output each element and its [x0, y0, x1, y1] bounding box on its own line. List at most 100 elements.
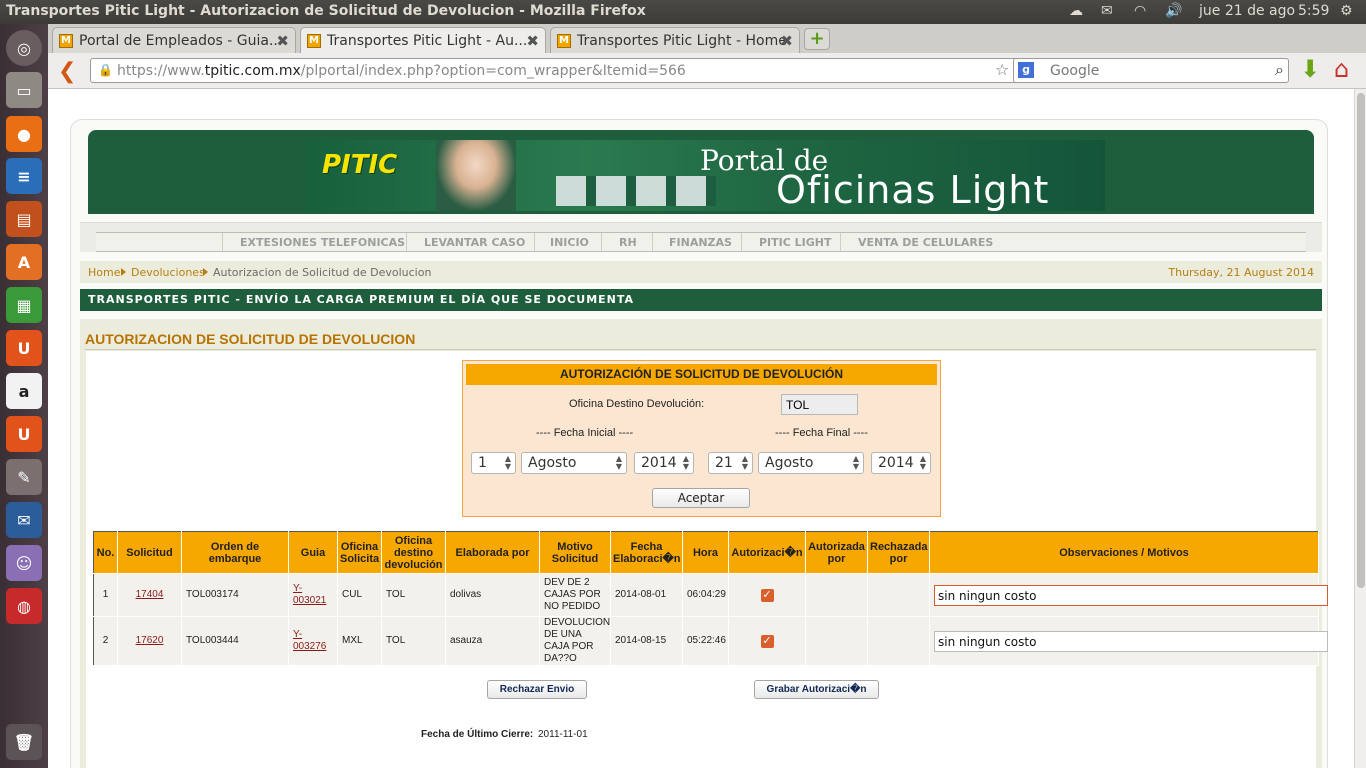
close-tab-icon[interactable]: ✖	[526, 32, 539, 50]
solicitud-link[interactable]: 17620	[136, 635, 164, 646]
main-menu: EXTESIONES TELEFONICAS LEVANTAR CASO INI…	[96, 232, 1306, 252]
end-day-value: 21	[715, 455, 733, 471]
power-gear-icon[interactable]: ⚙	[1340, 3, 1353, 19]
oficina-solicita-cell: CUL	[337, 573, 382, 617]
end-year-value: 2014	[878, 455, 914, 471]
files-icon[interactable]: ▭	[6, 72, 42, 108]
tab-bar: M Portal de Empleados - Guia... ✖ M Tran…	[48, 24, 1366, 53]
software-center-icon[interactable]: A	[6, 244, 42, 280]
menu-levantar-caso[interactable]: LEVANTAR CASO	[424, 236, 525, 249]
menu-pitic-light[interactable]: PITIC LIGHT	[759, 236, 832, 249]
solicitud-link[interactable]: 17404	[136, 589, 164, 600]
menu-divider	[840, 233, 841, 251]
tab-portal-empleados[interactable]: M Portal de Empleados - Guia... ✖	[52, 27, 296, 53]
reject-button[interactable]: Rechazar Envio	[487, 680, 587, 699]
menu-finanzas[interactable]: FINANZAS	[669, 236, 732, 249]
office-field[interactable]: TOL	[781, 394, 858, 415]
search-icon[interactable]: ⌕	[1275, 60, 1284, 80]
menu-divider	[534, 233, 535, 251]
settings-icon[interactable]: ✎	[6, 459, 42, 495]
app-icon[interactable]: ◍	[6, 588, 42, 624]
menu-divider	[741, 233, 742, 251]
breadcrumb-arrow-icon	[203, 268, 208, 276]
table-row: 2 17620 TOL003444 Y-003276 MXL TOL asauz…	[93, 616, 1328, 666]
col-oficina-solicita: Oficina Solicita	[337, 531, 382, 574]
spinner-icon: ▲ ▼	[615, 454, 622, 471]
search-bar[interactable]: g Google ⌕	[1013, 58, 1289, 83]
rechazada-por-cell	[867, 616, 930, 666]
end-day-select[interactable]: 21 ▲ ▼	[708, 452, 753, 474]
home-icon[interactable]: ⌂	[1334, 55, 1349, 83]
elaborada-cell: asauza	[445, 616, 540, 666]
end-month-select[interactable]: Agosto ▲ ▼	[758, 452, 864, 474]
ubuntu-one-icon[interactable]: U	[6, 330, 42, 366]
pitic-logo: PITIC	[322, 150, 398, 180]
tab-label: Portal de Empleados - Guia...	[79, 33, 283, 49]
authorize-checkbox[interactable]: ✓	[760, 634, 774, 648]
fecha-cell: 2014-08-15	[610, 616, 683, 666]
authorize-checkbox[interactable]: ✓	[760, 588, 774, 602]
trash-icon[interactable]: 🗑	[6, 724, 42, 760]
breadcrumb-devoluciones[interactable]: Devoluciones	[131, 266, 205, 279]
spinner-icon: ▲ ▼	[682, 454, 689, 471]
clock-time[interactable]: 5:59	[1298, 3, 1329, 19]
table-header-row: No. Solicitud Orden de embarque Guia Ofi…	[93, 531, 1319, 574]
end-date-label: ---- Fecha Final ----	[775, 427, 868, 439]
search-placeholder: Google	[1050, 63, 1100, 79]
page-title: AUTORIZACION DE SOLICITUD DE DEVOLUCION	[85, 331, 416, 347]
start-year-select[interactable]: 2014 ▲ ▼	[634, 452, 694, 474]
url-bar[interactable]: 🔒 https://www.tpitic.com.mx/plportal/ind…	[90, 58, 1050, 83]
observaciones-input[interactable]	[934, 630, 1328, 652]
new-tab-button[interactable]: +	[804, 28, 830, 50]
menu-inicio[interactable]: INICIO	[550, 236, 589, 249]
mail-icon[interactable]: ✉	[1101, 3, 1113, 19]
tab-autorizacion[interactable]: M Transportes Pitic Light - Au... ✖	[300, 27, 546, 53]
close-tab-icon[interactable]: ✖	[276, 32, 289, 50]
start-month-select[interactable]: Agosto ▲ ▼	[521, 452, 627, 474]
scrollbar-thumb[interactable]	[1357, 93, 1365, 588]
col-autorizacion: Autorizaci�n	[728, 531, 806, 574]
impress-icon[interactable]: ▤	[6, 201, 42, 237]
cloud-icon[interactable]: ☁	[1069, 3, 1083, 19]
back-arrow-icon[interactable]: ❮	[58, 59, 76, 84]
vertical-scrollbar[interactable]	[1354, 89, 1366, 768]
google-icon[interactable]: g	[1018, 62, 1034, 78]
current-date: Thursday, 21 August 2014	[1168, 266, 1314, 279]
writer-icon[interactable]: ≡	[6, 158, 42, 194]
col-fecha: Fecha Elaboraci�n	[610, 531, 683, 574]
row-no: 1	[93, 573, 118, 617]
firefox-icon[interactable]: ●	[6, 116, 42, 152]
col-rechazada-por: Rechazada por	[867, 531, 930, 574]
menu-extensiones[interactable]: EXTESIONES TELEFONICAS	[240, 236, 405, 249]
row-no: 2	[93, 616, 118, 666]
title-divider	[85, 349, 1316, 350]
start-day-select[interactable]: 1 ▲ ▼	[471, 452, 516, 474]
pidgin-icon[interactable]: ☺	[6, 545, 42, 581]
dash-home-icon[interactable]: ◎	[6, 30, 42, 66]
col-elaborada: Elaborada por	[445, 531, 540, 574]
menu-rh[interactable]: RH	[619, 236, 637, 249]
thunderbird-icon[interactable]: ✉	[6, 502, 42, 538]
accept-button[interactable]: Aceptar	[652, 488, 750, 508]
breadcrumb-home[interactable]: Home	[88, 266, 120, 279]
menu-venta-celulares[interactable]: VENTA DE CELULARES	[858, 236, 993, 249]
url-path: /plportal/index.php?option=com_wrapper&I…	[300, 63, 686, 79]
ubuntu-one-music-icon[interactable]: U	[6, 416, 42, 452]
breadcrumb-current: Autorizacion de Solicitud de Devolucion	[213, 266, 432, 279]
unity-launcher: ◎ ▭ ● ≡ ▤ A ▦ U a U ✎ ✉ ☺ ◍ 🗑	[0, 24, 48, 768]
tab-home[interactable]: M Transportes Pitic Light - Home ✖	[550, 27, 800, 53]
wifi-icon[interactable]: ◠	[1134, 3, 1146, 19]
save-authorization-button[interactable]: Grabar Autorizaci�n	[754, 680, 879, 699]
close-tab-icon[interactable]: ✖	[780, 32, 793, 50]
slogan-bar: TRANSPORTES PITIC - ENVÍO LA CARGA PREMI…	[80, 289, 1322, 311]
download-arrow-icon[interactable]: ⬇	[1300, 55, 1320, 83]
observaciones-input[interactable]	[934, 584, 1328, 606]
clock-date[interactable]: jue 21 de ago	[1199, 3, 1295, 19]
calc-icon[interactable]: ▦	[6, 287, 42, 323]
amazon-icon[interactable]: a	[6, 373, 42, 409]
end-year-select[interactable]: 2014 ▲ ▼	[871, 452, 931, 474]
guia-link[interactable]: Y-003021	[293, 583, 326, 606]
guia-link[interactable]: Y-003276	[293, 629, 326, 652]
volume-icon[interactable]: 🔊	[1165, 3, 1182, 19]
breadcrumb-arrow-icon	[121, 268, 126, 276]
